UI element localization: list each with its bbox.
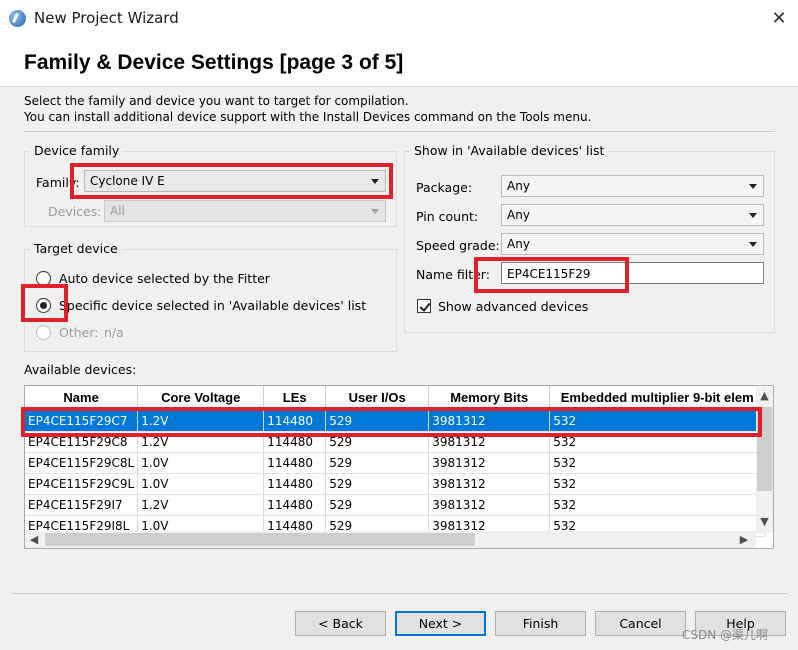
table-cell: 3981312 <box>428 452 551 474</box>
device-family-legend: Device family <box>30 143 124 158</box>
devices-label: Devices: <box>48 204 102 219</box>
finish-button[interactable]: Finish <box>495 611 586 636</box>
pin-count-dropdown[interactable]: Any <box>501 204 764 226</box>
description-line-1: Select the family and device you want to… <box>24 94 409 108</box>
package-label: Package: <box>416 180 473 195</box>
table-cell: 114480 <box>263 494 327 516</box>
show-advanced-checkbox[interactable] <box>417 299 431 313</box>
horizontal-scroll-thumb[interactable] <box>45 533 475 546</box>
show-advanced-label: Show advanced devices <box>438 299 589 314</box>
table-cell: EP4CE115F29C8L <box>25 452 139 474</box>
page-title: Family & Device Settings [page 3 of 5] <box>24 51 404 74</box>
horizontal-scrollbar[interactable]: ◀ ▶ <box>25 531 756 548</box>
table-cell: 1.2V <box>137 494 265 516</box>
speed-grade-dropdown[interactable]: Any <box>501 233 764 255</box>
table-row[interactable]: EP4CE115F29C8L 1.0V 114480 529 3981312 5… <box>25 452 766 474</box>
footer-divider <box>12 593 787 594</box>
auto-device-label: Auto device selected by the Fitter <box>59 271 270 286</box>
table-cell: 532 <box>549 473 766 495</box>
other-device-value: n/a <box>104 325 124 340</box>
close-icon[interactable]: ✕ <box>766 6 792 32</box>
table-cell: 114480 <box>263 452 327 474</box>
table-cell: 1.0V <box>137 473 265 495</box>
chevron-down-icon <box>371 209 379 214</box>
app-globe-icon <box>9 10 26 27</box>
scroll-right-icon[interactable]: ▶ <box>737 533 751 546</box>
speed-grade-value: Any <box>507 237 530 251</box>
package-value: Any <box>507 179 530 193</box>
package-dropdown[interactable]: Any <box>501 175 764 197</box>
scroll-up-icon[interactable]: ▲ <box>756 389 773 402</box>
window-title: New Project Wizard <box>34 9 179 27</box>
description-line-2: You can install additional device suppor… <box>24 110 592 124</box>
chevron-down-icon <box>749 242 757 247</box>
table-cell: EP4CE115F29C9L <box>25 473 139 495</box>
table-cell: 3981312 <box>428 473 551 495</box>
cancel-button[interactable]: Cancel <box>595 611 686 636</box>
back-button[interactable]: < Back <box>295 611 386 636</box>
table-row[interactable]: EP4CE115F29I7 1.2V 114480 529 3981312 53… <box>25 494 766 516</box>
family-highlight-box <box>70 163 393 199</box>
description-divider <box>24 131 775 132</box>
header-divider <box>0 86 798 87</box>
other-device-label: Other: <box>59 325 99 340</box>
pin-count-value: Any <box>507 208 530 222</box>
specific-radio-highlight-box <box>21 284 68 322</box>
next-button[interactable]: Next > <box>395 611 486 636</box>
target-device-legend: Target device <box>30 241 122 256</box>
table-cell: 529 <box>325 494 430 516</box>
table-cell: 532 <box>549 452 766 474</box>
watermark-text: CSDN @渠儿啊 <box>682 628 769 642</box>
show-list-legend: Show in 'Available devices' list <box>410 143 609 158</box>
table-cell: 529 <box>325 452 430 474</box>
table-cell: 1.0V <box>137 452 265 474</box>
pin-count-label: Pin count: <box>416 209 479 224</box>
devices-dropdown: All <box>104 200 386 222</box>
specific-device-label: Specific device selected in 'Available d… <box>59 298 367 313</box>
name-filter-highlight-box <box>474 257 629 293</box>
selected-row-highlight-box <box>21 407 762 437</box>
table-row[interactable]: EP4CE115F29C9L 1.0V 114480 529 3981312 5… <box>25 473 766 495</box>
scroll-left-icon[interactable]: ◀ <box>27 533 41 546</box>
scroll-down-icon[interactable]: ▼ <box>756 515 773 528</box>
chevron-down-icon <box>749 213 757 218</box>
other-device-radio <box>36 325 51 340</box>
devices-value: All <box>110 204 125 218</box>
table-cell: 114480 <box>263 473 327 495</box>
chevron-down-icon <box>749 184 757 189</box>
table-cell: 532 <box>549 494 766 516</box>
speed-grade-label: Speed grade: <box>416 238 500 253</box>
table-cell: 529 <box>325 473 430 495</box>
table-cell: 3981312 <box>428 494 551 516</box>
table-cell: EP4CE115F29I7 <box>25 494 139 516</box>
available-devices-label: Available devices: <box>24 362 137 377</box>
